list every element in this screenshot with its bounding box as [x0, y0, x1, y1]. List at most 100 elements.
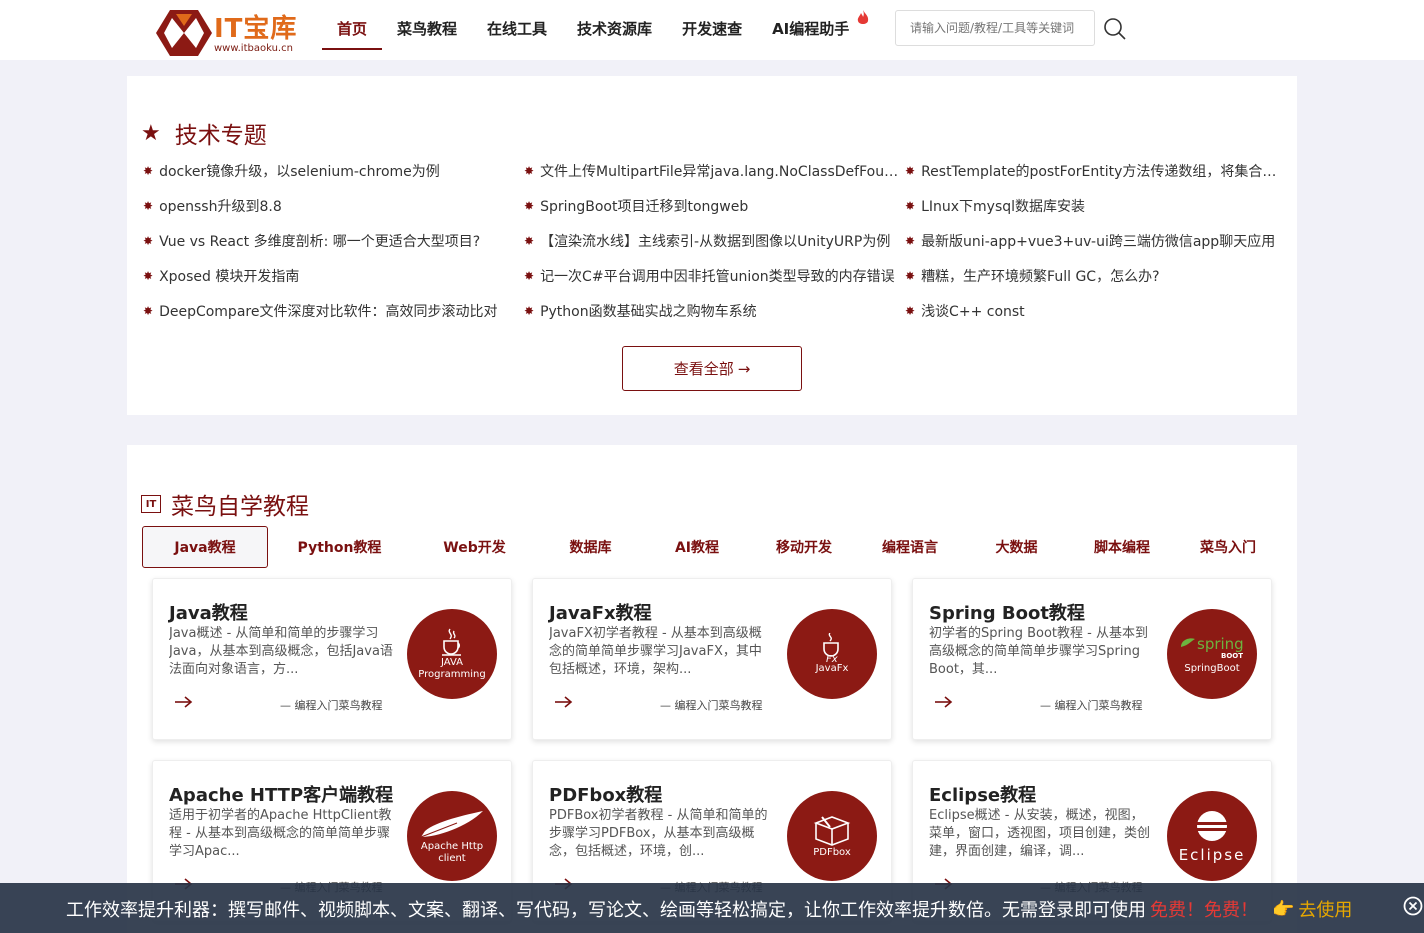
nav-tutorials[interactable]: 菜鸟教程: [382, 0, 472, 60]
arrow-right-icon[interactable]: [933, 695, 955, 709]
pdfbox-icon: PDFbox: [787, 791, 877, 881]
tutorials-panel: IT 菜鸟自学教程 Java教程 Python教程 Web开发 数据库 AI教程…: [127, 445, 1297, 933]
tutorials-heading: IT 菜鸟自学教程: [141, 487, 309, 521]
topic-link[interactable]: ✸ 最新版uni-app+vue3+uv-ui跨三端仿微信app聊天应用: [905, 231, 1286, 251]
tab-ai[interactable]: AI教程: [643, 526, 751, 568]
topic-link[interactable]: ✸ 【渲染流水线】主线索引-从数据到图像以UnityURP为例: [524, 231, 905, 251]
arrow-right-icon: →: [737, 359, 751, 378]
logo-caption: PDFbox: [813, 847, 851, 858]
tab-languages[interactable]: 编程语言: [857, 526, 963, 568]
tab-database[interactable]: 数据库: [538, 526, 643, 568]
topic-link[interactable]: ✸ DeepCompare文件深度对比软件：高效同步滚动比对: [143, 301, 524, 321]
card-title: PDFbox教程: [549, 785, 663, 806]
tutorial-card[interactable]: Spring Boot教程 初学者的Spring Boot教程 - 从基本到高级…: [912, 578, 1272, 740]
java-cup-icon: JAVA Programming: [407, 609, 497, 699]
topic-link[interactable]: ✸ Vue vs React 多维度剖析: 哪一个更适合大型项目?: [143, 231, 524, 251]
main-nav: 首页 菜鸟教程 在线工具 技术资源库 开发速查 AI编程助手: [322, 0, 871, 60]
bullet-icon: ✸: [905, 269, 916, 283]
eclipse-icon: Eclipse: [1167, 791, 1257, 881]
spring-leaf-icon: spring BOOT SpringBoot: [1167, 609, 1257, 699]
tutorials-title: 菜鸟自学教程: [171, 494, 309, 520]
tab-mobile[interactable]: 移动开发: [751, 526, 857, 568]
bullet-icon: ✸: [905, 164, 916, 178]
logo-text: IT宝库: [214, 14, 298, 44]
close-icon[interactable]: [1403, 896, 1423, 916]
card-description: Eclipse概述 - 从安装，概述，视图，菜单，窗口，透视图，项目创建，类创建…: [929, 808, 1151, 859]
card-source: — 编程入门菜鸟教程: [1040, 699, 1143, 712]
card-title: Eclipse教程: [929, 785, 1037, 806]
topic-link[interactable]: ✸ 糟糕，生产环境频繁Full GC，怎么办?: [905, 266, 1286, 286]
logo-caption: Apache Http client: [420, 841, 484, 864]
logo-caption: JavaFx: [815, 663, 849, 674]
card-title: Java教程: [169, 603, 248, 624]
topic-link[interactable]: ✸ 浅谈C++ const: [905, 301, 1286, 321]
topic-link[interactable]: ✸ RestTemplate的postForEntity方法传递数组，将集合参数: [905, 161, 1286, 181]
tab-java[interactable]: Java教程: [142, 526, 268, 568]
view-all-label: 查看全部: [673, 360, 734, 378]
nav-tech-resources[interactable]: 技术资源库: [562, 0, 667, 60]
fire-icon: [858, 10, 869, 24]
promo-free-label: 免费！免费！: [1150, 900, 1258, 921]
topic-link[interactable]: ✸ SpringBoot项目迁移到tongweb: [524, 196, 905, 216]
logo-url: www.itbaoku.cn: [214, 43, 293, 54]
card-description: 适用于初学者的Apache HttpClient教程 - 从基本到高级概念的简单…: [169, 808, 392, 859]
feather-icon: Apache Http client: [407, 791, 497, 881]
card-description: JavaFX初学者教程 - 从基本到高级概念的简单简单步骤学习JavaFX，其中…: [549, 626, 762, 677]
tab-bigdata[interactable]: 大数据: [963, 526, 1070, 568]
promo-cta-button[interactable]: 👉 去使用: [1272, 896, 1352, 922]
nav-ai-assistant-label: AI编程助手: [772, 20, 850, 38]
tab-web[interactable]: Web开发: [411, 526, 538, 568]
bullet-icon: ✸: [905, 199, 916, 213]
card-title: Apache HTTP客户端教程: [169, 785, 394, 806]
card-description: 初学者的Spring Boot教程 - 从基本到高级概念的简单简单步骤学习Spr…: [929, 626, 1148, 677]
promo-text: 工作效率提升利器：撰写邮件、视频脚本、文案、翻译、写代码，写论文、绘画等轻松搞定…: [66, 896, 1258, 922]
bullet-icon: ✸: [524, 304, 535, 318]
topic-link[interactable]: ✸ LInux下mysql数据库安装: [905, 196, 1286, 216]
topic-link[interactable]: ✸ Xposed 模块开发指南: [143, 266, 524, 286]
svg-text:BOOT: BOOT: [1221, 652, 1243, 659]
tutorial-card[interactable]: JavaFx教程 JavaFX初学者教程 - 从基本到高级概念的简单简单步骤学习…: [532, 578, 892, 740]
nav-dev-cheatsheet[interactable]: 开发速查: [667, 0, 757, 60]
star-icon: ★: [141, 120, 161, 146]
promo-bar: 工作效率提升利器：撰写邮件、视频脚本、文案、翻译、写代码，写论文、绘画等轻松搞定…: [0, 883, 1424, 933]
topic-link[interactable]: ✸ docker镜像升级，以selenium-chrome为例: [143, 161, 524, 181]
bullet-icon: ✸: [524, 269, 535, 283]
bullet-icon: ✸: [143, 164, 154, 178]
topic-link[interactable]: ✸ 文件上传MultipartFile异常java.lang.NoClassDef…: [524, 161, 905, 181]
site-logo[interactable]: IT宝库 www.itbaoku.cn: [156, 8, 311, 58]
view-all-button[interactable]: 查看全部 →: [622, 346, 802, 391]
logo-caption: JAVA Programming: [418, 657, 486, 680]
topic-link[interactable]: ✸ openssh升级到8.8: [143, 196, 524, 216]
arrow-right-icon[interactable]: [173, 695, 195, 709]
bullet-icon: ✸: [905, 234, 916, 248]
card-description: Java概述 - 从简单和简单的步骤学习Java，从基本到高级概念，包括Java…: [169, 626, 393, 677]
tab-python[interactable]: Python教程: [268, 526, 411, 568]
tech-topics-heading: ★ 技术专题: [141, 116, 267, 150]
arrow-right-icon[interactable]: [553, 695, 575, 709]
topic-link[interactable]: ✸ 记一次C#平台调用中因非托管union类型导致的内存错误: [524, 266, 905, 286]
tech-topics-panel: ★ 技术专题 ✸ docker镜像升级，以selenium-chrome为例 ✸ 文…: [127, 76, 1297, 415]
nav-home[interactable]: 首页: [322, 0, 383, 60]
topic-list: ✸ docker镜像升级，以selenium-chrome为例 ✸ 文件上传Mult…: [143, 161, 1293, 321]
svg-text:spring: spring: [1197, 635, 1244, 653]
tab-scripting[interactable]: 脚本编程: [1070, 526, 1174, 568]
search-input[interactable]: [895, 10, 1095, 46]
bullet-icon: ✸: [143, 269, 154, 283]
nav-online-tools[interactable]: 在线工具: [472, 0, 562, 60]
tech-topics-title: 技术专题: [174, 123, 267, 149]
bullet-icon: ✸: [143, 234, 154, 248]
bullet-icon: ✸: [524, 164, 535, 178]
topic-link[interactable]: ✸ Python函数基础实战之购物车系统: [524, 301, 905, 321]
tab-beginner[interactable]: 菜鸟入门: [1174, 526, 1282, 568]
nav-ai-assistant[interactable]: AI编程助手: [757, 0, 871, 60]
bullet-icon: ✸: [905, 304, 916, 318]
tutorial-tabs: Java教程 Python教程 Web开发 数据库 AI教程 移动开发 编程语言…: [142, 526, 1282, 568]
logo-caption: Eclipse: [1178, 846, 1246, 864]
tutorial-card[interactable]: Java教程 Java概述 - 从简单和简单的步骤学习Java，从基本到高级概念…: [152, 578, 512, 740]
svg-text:Fx: Fx: [826, 654, 838, 663]
logo-mark-icon: [156, 10, 212, 56]
card-title: JavaFx教程: [549, 603, 652, 624]
search-icon[interactable]: [1103, 17, 1127, 41]
site-header: IT宝库 www.itbaoku.cn 首页 菜鸟教程 在线工具 技术资源库 开…: [0, 0, 1424, 60]
bullet-icon: ✸: [524, 199, 535, 213]
